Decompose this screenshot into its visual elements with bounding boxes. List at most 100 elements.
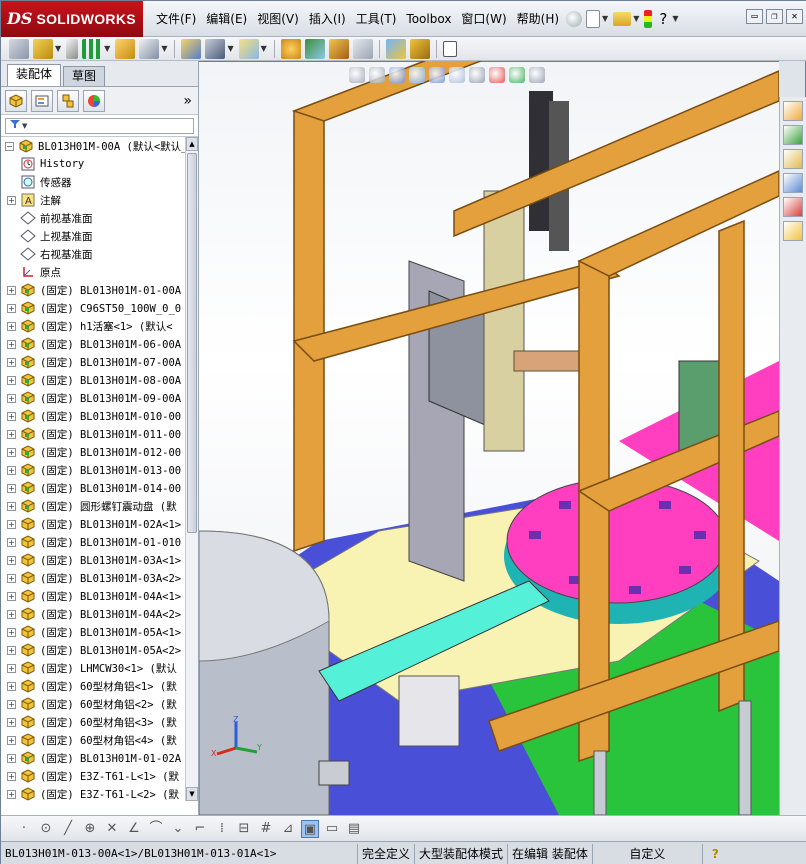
zoom-to-fit-icon[interactable] — [349, 67, 365, 83]
tree-item[interactable]: + (固定) C96ST50_100W_0_0 — [1, 299, 185, 317]
minimize-button[interactable]: ▭ — [746, 9, 763, 24]
sketch-tool-icon[interactable]: ∠ — [125, 820, 143, 838]
expand-icon[interactable]: + — [7, 771, 16, 781]
sketch-tool-icon[interactable]: # — [257, 820, 275, 838]
status-help-icon[interactable]: ? — [701, 843, 728, 864]
tree-item[interactable]: + (固定) BL013H01M-02A<1> — [1, 515, 185, 533]
view-settings-icon[interactable] — [529, 67, 545, 83]
scroll-up-button[interactable]: ▲ — [186, 137, 198, 151]
exploded-view-icon[interactable] — [328, 38, 349, 59]
section-view-icon[interactable] — [409, 67, 425, 83]
expand-icon[interactable]: + — [7, 357, 16, 367]
display-manager-icon[interactable] — [83, 89, 105, 112]
view-orientation-icon[interactable] — [429, 67, 445, 83]
sketch-tool-icon[interactable]: ✕ — [103, 820, 121, 838]
sketch-tool-icon[interactable]: ⊙ — [37, 820, 55, 838]
traffic-light-icon[interactable] — [644, 9, 653, 28]
tree-item[interactable]: + (固定) 60型材角铝<2> (默 — [1, 695, 185, 713]
previous-view-icon[interactable] — [389, 67, 405, 83]
clearance-verification-icon[interactable] — [409, 38, 430, 59]
interference-detection-icon[interactable] — [385, 38, 406, 59]
collapse-icon[interactable]: − — [5, 141, 14, 151]
sketch-tool-icon[interactable]: ⌄ — [169, 820, 187, 838]
tree-item[interactable]: 传感器 — [1, 173, 185, 191]
restore-button[interactable]: ❐ — [766, 9, 783, 24]
expand-icon[interactable]: + — [7, 519, 16, 529]
help-icon[interactable]: ? — [656, 9, 670, 29]
expand-icon[interactable]: + — [7, 375, 16, 385]
expand-icon[interactable]: + — [7, 411, 16, 421]
tree-item[interactable]: + (固定) BL013H01M-07-00A — [1, 353, 185, 371]
menu-toolbox[interactable]: Toolbox — [401, 8, 456, 30]
more-tabs-button[interactable]: » — [183, 93, 192, 109]
tree-item[interactable]: + A 注解 — [1, 191, 185, 209]
tree-item[interactable]: + (固定) 60型材角铝<4> (默 — [1, 731, 185, 749]
new-motion-study-icon[interactable] — [280, 38, 301, 59]
menu-insert[interactable]: 插入(I) — [304, 8, 351, 30]
solidworks-logo[interactable]: DS SOLIDWORKS — [1, 0, 143, 37]
custom-properties-icon[interactable] — [783, 221, 803, 241]
tree-item[interactable]: + (固定) LHMCW30<1> (默认 — [1, 659, 185, 677]
reference-geometry-icon[interactable] — [238, 38, 259, 59]
sketch-tool-icon[interactable]: ⊿ — [279, 820, 297, 838]
tree-item[interactable]: + (固定) BL013H01M-03A<1> — [1, 551, 185, 569]
smart-fasteners-icon[interactable] — [115, 38, 136, 59]
expand-icon[interactable]: + — [7, 465, 16, 475]
appearances-icon[interactable] — [783, 197, 803, 217]
hole-alignment-icon[interactable] — [442, 40, 457, 57]
apply-scene-icon[interactable] — [509, 67, 525, 83]
expand-icon[interactable]: + — [7, 303, 16, 313]
sketch-tool-icon[interactable]: ⌒ — [147, 820, 165, 838]
expand-icon[interactable]: + — [7, 501, 16, 511]
configuration-manager-icon[interactable] — [57, 89, 79, 112]
tree-item[interactable]: + (固定) BL013H01M-09-00A — [1, 389, 185, 407]
tree-item[interactable]: + (固定) BL013H01M-08-00A — [1, 371, 185, 389]
tree-item[interactable]: + (固定) h1活塞<1> (默认< — [1, 317, 185, 335]
expand-icon[interactable]: + — [7, 789, 16, 799]
tree-scrollbar[interactable]: ▲ ▼ — [185, 137, 198, 801]
design-library-icon[interactable] — [783, 125, 803, 145]
tree-item[interactable]: + (固定) BL013H01M-04A<2> — [1, 605, 185, 623]
tree-item[interactable]: + (固定) E3Z-T61-L<1> (默 — [1, 767, 185, 785]
tree-item[interactable]: + (固定) BL013H01M-04A<1> — [1, 587, 185, 605]
status-units[interactable]: 自定义 — [591, 843, 702, 864]
tab-assembly[interactable]: 装配体 — [7, 64, 62, 86]
tree-item[interactable]: + (固定) 60型材角铝<1> (默 — [1, 677, 185, 695]
new-document-icon[interactable] — [586, 9, 601, 28]
status-large-assembly-mode[interactable]: 大型装配体模式 — [414, 843, 507, 864]
graphics-area[interactable]: Z X Y — [199, 61, 779, 815]
tree-item[interactable]: + (固定) BL013H01M-06-00A — [1, 335, 185, 353]
expand-icon[interactable]: + — [7, 447, 16, 457]
tree-item[interactable]: + (固定) BL013H01M-01-00A — [1, 281, 185, 299]
menu-view[interactable]: 视图(V) — [252, 8, 304, 30]
expand-icon[interactable]: + — [7, 537, 16, 547]
sketch-tool-icon[interactable]: ⌐ — [191, 820, 209, 838]
menu-window[interactable]: 窗口(W) — [456, 8, 511, 30]
expand-icon[interactable]: + — [7, 555, 16, 565]
tree-item[interactable]: + (固定) BL013H01M-05A<1> — [1, 623, 185, 641]
tree-item[interactable]: 原点 — [1, 263, 185, 281]
tree-item[interactable]: + (固定) BL013H01M-011-00 — [1, 425, 185, 443]
sketch-tool-icon[interactable]: ╱ — [59, 820, 77, 838]
tree-item[interactable]: + (固定) BL013H01M-01-010 — [1, 533, 185, 551]
expand-icon[interactable]: + — [7, 645, 16, 655]
menu-tools[interactable]: 工具(T) — [351, 8, 402, 30]
assembly-features-icon[interactable] — [205, 38, 226, 59]
show-hidden-icon[interactable] — [181, 38, 202, 59]
view-palette-icon[interactable] — [783, 173, 803, 193]
move-component-icon[interactable] — [139, 38, 160, 59]
tree-item[interactable]: 上视基准面 — [1, 227, 185, 245]
tree-item[interactable]: + (固定) BL013H01M-05A<2> — [1, 641, 185, 659]
tree-item[interactable]: + (固定) BL013H01M-013-00 — [1, 461, 185, 479]
sketch-tool-icon[interactable]: ▣ — [301, 819, 319, 838]
pin-icon[interactable] — [566, 10, 583, 27]
hide-show-icon[interactable] — [469, 67, 485, 83]
menu-file[interactable]: 文件(F) — [151, 8, 201, 30]
close-button[interactable]: ✕ — [786, 9, 803, 24]
sketch-tool-icon[interactable]: ▭ — [323, 820, 341, 838]
expand-icon[interactable]: + — [7, 609, 16, 619]
property-manager-icon[interactable] — [31, 89, 53, 112]
menu-help[interactable]: 帮助(H) — [512, 8, 564, 30]
tree-item[interactable]: History — [1, 155, 185, 173]
display-style-icon[interactable] — [449, 67, 465, 83]
